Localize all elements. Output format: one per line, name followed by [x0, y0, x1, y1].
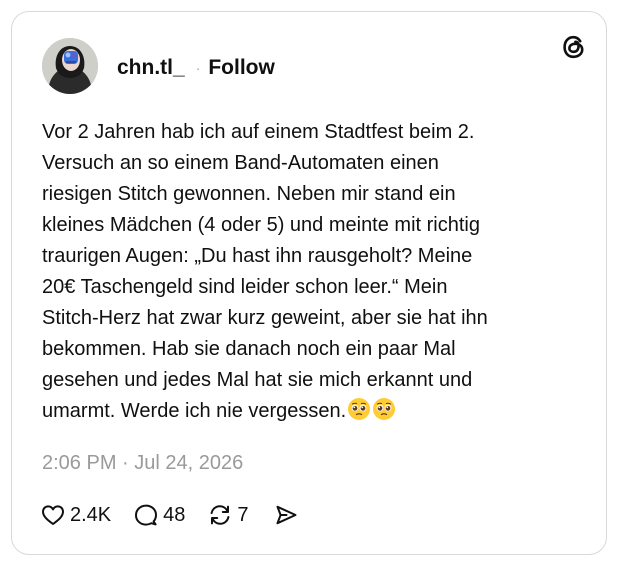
- repost-button[interactable]: 7: [207, 502, 249, 528]
- post-text-line: bekommen. Hab sie danach noch ein paar M…: [42, 338, 456, 360]
- post-text-line: umarmt. Werde ich nie vergessen.: [42, 400, 347, 422]
- follow-button[interactable]: Follow: [208, 56, 275, 80]
- post-card: chn.tl_ · Follow Vor 2 Jahren hab ich au…: [11, 11, 607, 555]
- reply-button[interactable]: 48: [133, 502, 185, 528]
- heart-icon: [42, 505, 64, 525]
- like-count: 2.4K: [70, 503, 112, 526]
- post-text-last-line: umarmt. Werde ich nie vergessen.: [42, 396, 582, 427]
- reply-count: 48: [163, 503, 186, 526]
- send-icon: [276, 505, 297, 525]
- avatar[interactable]: [42, 38, 98, 94]
- post-timestamp[interactable]: 2:06 PM · Jul 24, 2026: [42, 452, 243, 475]
- post-text-line: Versuch an so einem Band-Automaten einen: [42, 152, 439, 174]
- post-text-line: traurigen Augen: „Du hast ihn rausgeholt…: [42, 245, 473, 267]
- repost-icon: [211, 505, 230, 525]
- post-text-line: kleines Mädchen (4 oder 5) und meinte mi…: [42, 214, 480, 236]
- post-text-line: Vor 2 Jahren hab ich auf einem Stadtfest…: [42, 121, 475, 143]
- pleading-face-emoji-icon: [373, 398, 396, 420]
- separator-dot: ·: [195, 60, 201, 76]
- username[interactable]: chn.tl_: [117, 56, 185, 80]
- post-text-line: gesehen und jedes Mal hat sie mich erkan…: [42, 369, 473, 391]
- post-actions: 2.4K 48 7: [40, 500, 299, 530]
- post-text-line: riesigen Stitch gewonnen. Neben mir stan…: [42, 183, 456, 205]
- share-button[interactable]: [273, 502, 299, 528]
- pleading-face-emoji-icon: [348, 398, 371, 420]
- post-text-line: 20€ Taschengeld sind leider schon leer.“…: [42, 276, 448, 298]
- threads-logo-icon[interactable]: [559, 32, 589, 62]
- post-body: Vor 2 Jahren hab ich auf einem Stadtfest…: [42, 117, 582, 427]
- post-text-line: Stitch-Herz hat zwar kurz geweint, aber …: [42, 307, 488, 329]
- speech-bubble-icon: [135, 504, 158, 526]
- post-header: chn.tl_ · Follow: [117, 54, 275, 82]
- like-button[interactable]: 2.4K: [40, 502, 111, 528]
- repost-count: 7: [237, 503, 249, 526]
